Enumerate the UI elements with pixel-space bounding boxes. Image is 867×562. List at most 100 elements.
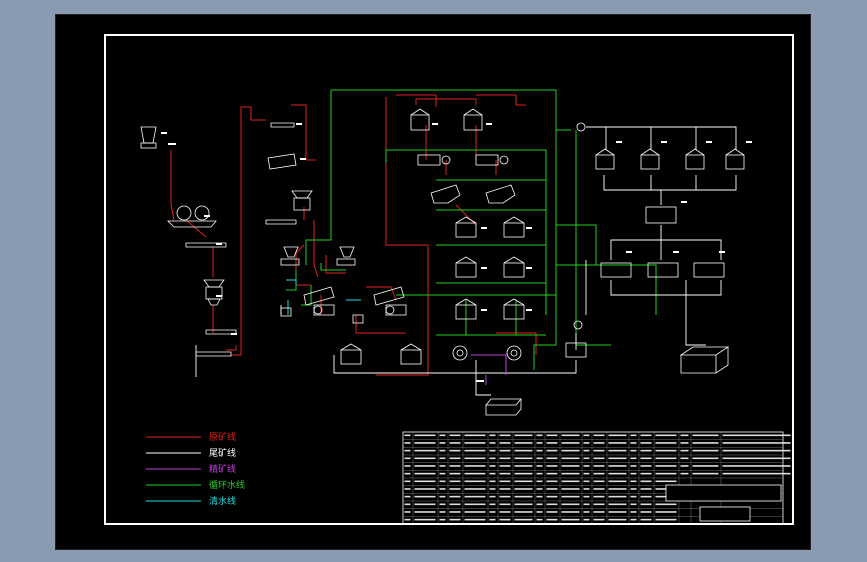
table-cell-text	[546, 457, 558, 460]
table-cell-text	[404, 480, 411, 483]
table-cell-text	[546, 472, 558, 475]
table-cell-text	[404, 472, 411, 475]
table-cell-text	[692, 465, 719, 467]
table-cell-text	[546, 465, 558, 467]
table-cell-text	[630, 434, 637, 437]
table-cell-text	[499, 472, 511, 475]
legend-label-ore: 原矿线	[209, 431, 236, 443]
table-cell-text	[414, 480, 436, 483]
table-cell-text	[489, 495, 496, 498]
table-cell-text	[593, 465, 605, 467]
table-cell-text	[583, 434, 590, 437]
table-cell-text	[655, 518, 677, 521]
table-cell-text	[404, 434, 411, 437]
flotation-cell-icon-10	[400, 343, 422, 365]
table-cell-text	[655, 434, 677, 437]
table-cell-text	[546, 480, 558, 483]
table-cell-text	[546, 518, 558, 521]
belt-conveyor-icon-5	[265, 219, 297, 225]
table-cell-text	[593, 518, 605, 521]
table-cell-text	[722, 457, 791, 460]
table-cell-text	[489, 465, 496, 467]
table-cell-text	[561, 472, 580, 475]
table-cell-text	[561, 503, 580, 506]
table-cell-text	[640, 518, 652, 521]
table-cell-text	[608, 488, 627, 490]
equipment-table	[402, 431, 791, 525]
table-cell-text	[692, 449, 719, 452]
table-cell-text	[514, 488, 533, 490]
table-cell-text	[499, 511, 511, 513]
table-cell-text	[630, 442, 637, 444]
table-cell-text	[414, 449, 436, 452]
table-cell-text	[583, 488, 590, 490]
table-cell-text	[583, 472, 590, 475]
table-cell-text	[439, 472, 446, 475]
table-cell-text	[449, 442, 461, 444]
table-cell-text	[499, 495, 511, 498]
table-cell-text	[655, 442, 677, 444]
table-cell-text	[608, 518, 627, 521]
table-cell-text	[439, 518, 446, 521]
table-cell-text	[583, 518, 590, 521]
table-cell-text	[404, 518, 411, 521]
table-cell-text	[536, 511, 543, 513]
spiral-classifier-icon	[430, 184, 461, 204]
flotation-cell-icon-5	[455, 256, 477, 278]
flotation-cell-icon-8	[503, 298, 525, 320]
table-cell-text	[464, 503, 486, 506]
table-cell-text	[561, 449, 580, 452]
table-cell-text	[640, 434, 652, 437]
table-cell-text	[630, 472, 637, 475]
table-cell-text	[449, 518, 461, 521]
table-cell-text	[561, 511, 580, 513]
table-cell-text	[680, 449, 689, 452]
table-cell-text	[536, 449, 543, 452]
table-cell-text	[404, 495, 411, 498]
table-cell-text	[464, 442, 486, 444]
table-cell-text	[514, 495, 533, 498]
table-cell-text	[514, 457, 533, 460]
table-cell-text	[640, 495, 652, 498]
table-cell-text	[536, 503, 543, 506]
table-cell-text	[489, 518, 496, 521]
belt-conveyor-icon-3	[195, 351, 232, 357]
process-flow-diagram: 原矿线 尾矿线 精矿线 循环水线 清水线	[140, 89, 791, 525]
table-cell-text	[608, 449, 627, 452]
table-cell-text	[499, 518, 511, 521]
table-cell-text	[630, 465, 637, 467]
table-cell-text	[593, 480, 605, 483]
table-cell-text	[608, 511, 627, 513]
table-cell-text	[583, 495, 590, 498]
table-cell-text	[439, 434, 446, 437]
thickener-icon-2	[640, 148, 660, 170]
cone-crusher-icon-2	[291, 190, 313, 211]
valve-icon-2	[576, 122, 586, 132]
table-cell-text	[449, 449, 461, 452]
table-cell-text	[449, 434, 461, 437]
table-cell-text	[449, 472, 461, 475]
table-cell-text	[514, 442, 533, 444]
table-cell-text	[593, 449, 605, 452]
cad-viewport: 原矿线 尾矿线 精矿线 循环水线 清水线	[55, 14, 811, 550]
flotation-cell-icon-2	[463, 108, 483, 131]
table-cell-text	[439, 480, 446, 483]
table-cell-text	[449, 488, 461, 490]
valve-icon	[573, 320, 583, 330]
equipment-icons	[140, 108, 745, 416]
flotation-cell-icon-9	[340, 343, 362, 365]
table-cell-text	[655, 449, 677, 452]
table-cell-text	[692, 434, 719, 437]
table-cell-text	[536, 434, 543, 437]
table-cell-text	[489, 488, 496, 490]
table-cell-text	[561, 518, 580, 521]
vibrating-screen-icon-2	[373, 286, 405, 306]
table-cell-text	[692, 442, 719, 444]
table-cell-text	[583, 449, 590, 452]
table-cell-text	[514, 434, 533, 437]
table-cell-text	[536, 465, 543, 467]
table-cell-text	[464, 457, 486, 460]
cone-crusher-icon	[203, 279, 225, 306]
table-cell-text	[680, 472, 689, 475]
table-cell-text	[680, 434, 689, 437]
